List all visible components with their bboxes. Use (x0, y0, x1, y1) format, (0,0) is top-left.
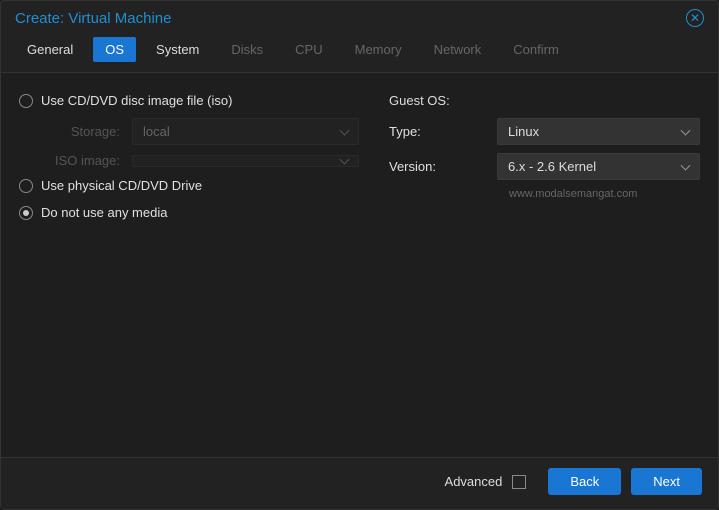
radio-none[interactable]: Do not use any media (19, 199, 359, 226)
storage-select: local (132, 118, 359, 145)
content-panel: Use CD/DVD disc image file (iso) Storage… (1, 73, 718, 457)
tab-confirm: Confirm (501, 37, 571, 62)
close-icon[interactable]: ✕ (686, 9, 704, 27)
dialog-title: Create: Virtual Machine (15, 10, 171, 27)
radio-iso-label: Use CD/DVD disc image file (iso) (41, 93, 232, 108)
type-select[interactable]: Linux (497, 118, 700, 145)
radio-icon (19, 179, 33, 193)
iso-image-select (132, 155, 359, 167)
media-column: Use CD/DVD disc image file (iso) Storage… (19, 87, 359, 443)
version-select[interactable]: 6.x - 2.6 Kernel (497, 153, 700, 180)
tab-memory: Memory (343, 37, 414, 62)
tab-disks: Disks (219, 37, 275, 62)
radio-icon (19, 206, 33, 220)
back-button[interactable]: Back (548, 468, 621, 495)
version-label: Version: (389, 159, 489, 174)
tab-os[interactable]: OS (93, 37, 136, 62)
tab-general[interactable]: General (15, 37, 85, 62)
next-button[interactable]: Next (631, 468, 702, 495)
radio-icon (19, 94, 33, 108)
watermark: www.modalsemangat.com (389, 188, 700, 200)
create-vm-dialog: Create: Virtual Machine ✕ General OS Sys… (0, 0, 719, 510)
radio-physical[interactable]: Use physical CD/DVD Drive (19, 172, 359, 199)
tab-cpu: CPU (283, 37, 334, 62)
dialog-footer: Advanced Back Next (1, 457, 718, 509)
dialog-header: Create: Virtual Machine ✕ (1, 1, 718, 31)
guest-os-header: Guest OS: (389, 87, 700, 114)
advanced-label: Advanced (445, 474, 503, 489)
advanced-checkbox[interactable] (512, 475, 526, 489)
wizard-tabs: General OS System Disks CPU Memory Netwo… (1, 31, 718, 73)
radio-none-label: Do not use any media (41, 205, 167, 220)
storage-label: Storage: (19, 124, 124, 139)
iso-image-label: ISO image: (19, 153, 124, 168)
radio-iso[interactable]: Use CD/DVD disc image file (iso) (19, 87, 359, 114)
guest-os-column: Guest OS: Type: Linux Version: 6.x - 2.6… (389, 87, 700, 443)
radio-physical-label: Use physical CD/DVD Drive (41, 178, 202, 193)
tab-system[interactable]: System (144, 37, 211, 62)
tab-network: Network (422, 37, 494, 62)
type-label: Type: (389, 124, 489, 139)
